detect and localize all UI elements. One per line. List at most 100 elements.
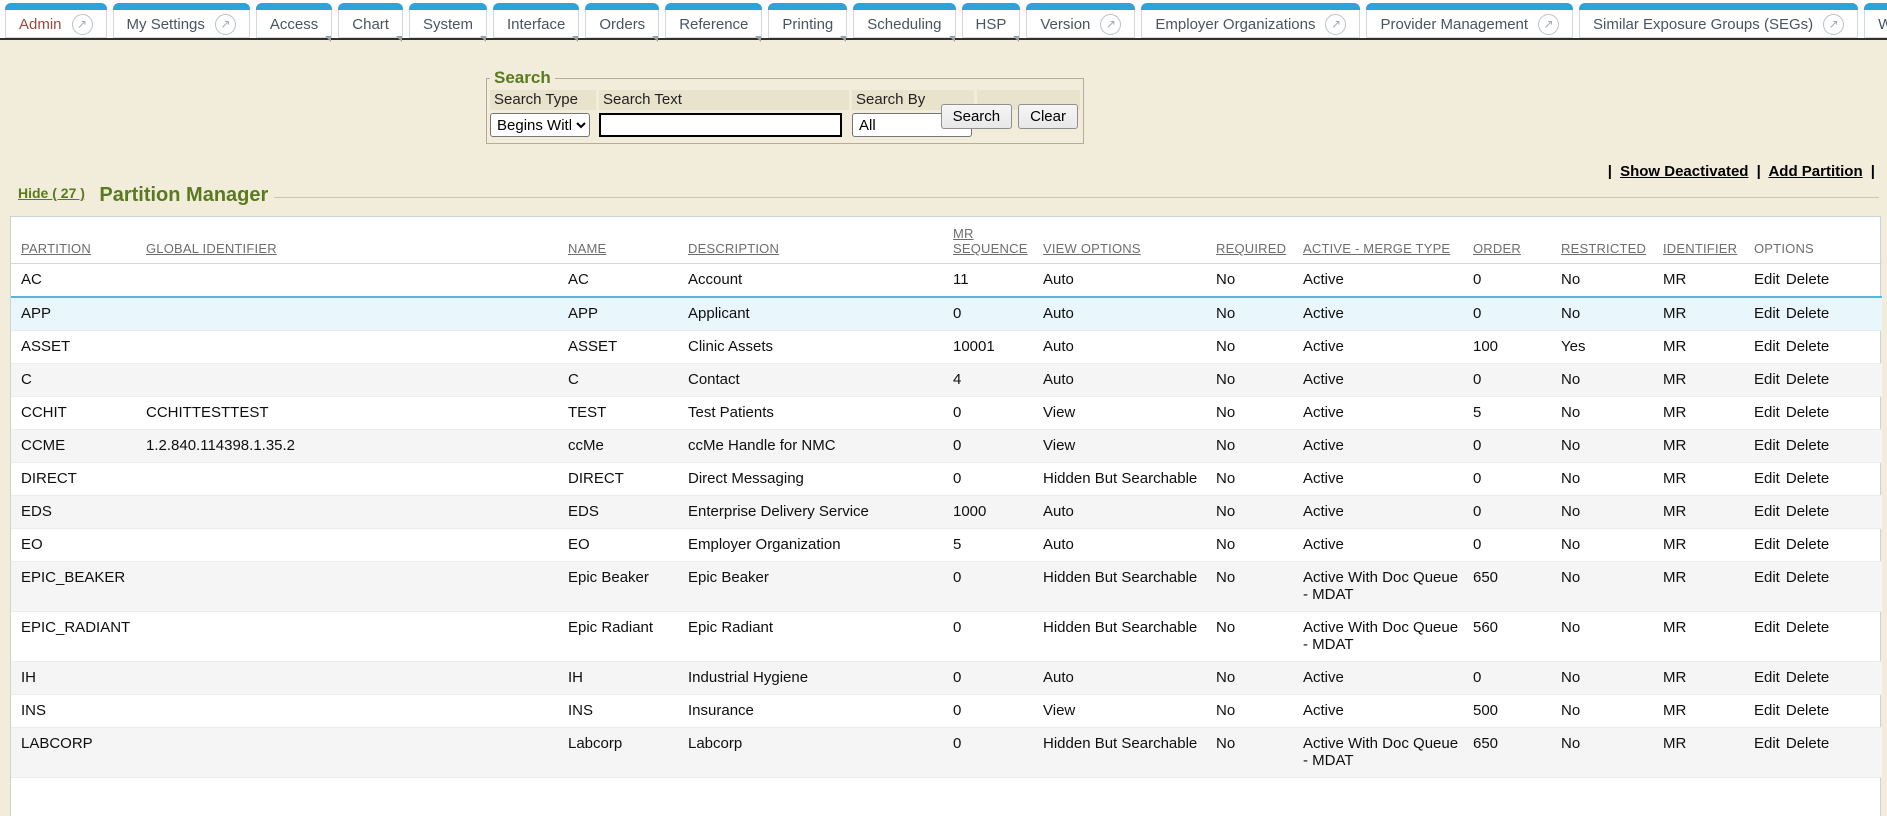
- tab-provider-management[interactable]: Provider Management↗: [1366, 3, 1573, 38]
- column-header-label[interactable]: PARTITION: [21, 241, 91, 256]
- delete-link[interactable]: Delete: [1786, 619, 1829, 636]
- table-row-ins[interactable]: INSINSInsurance0ViewNoActive500NoMREditD…: [11, 695, 1882, 728]
- edit-link[interactable]: Edit: [1754, 338, 1780, 355]
- column-header-identifier[interactable]: IDENTIFIER: [1663, 217, 1754, 264]
- delete-link[interactable]: Delete: [1786, 536, 1829, 553]
- table-row-cchit[interactable]: CCHITCCHITTESTTESTTESTTest Patients0View…: [11, 397, 1882, 430]
- tab-chart[interactable]: Chart: [338, 3, 403, 38]
- column-header-label[interactable]: IDENTIFIER: [1663, 241, 1737, 256]
- edit-link[interactable]: Edit: [1754, 271, 1780, 288]
- column-header-description[interactable]: DESCRIPTION: [688, 217, 953, 264]
- delete-link[interactable]: Delete: [1786, 437, 1829, 454]
- add-partition-link[interactable]: Add Partition: [1768, 163, 1862, 180]
- delete-link[interactable]: Delete: [1786, 569, 1829, 586]
- table-row-ih[interactable]: IHIHIndustrial Hygiene0AutoNoActive0NoMR…: [11, 662, 1882, 695]
- tab-reference[interactable]: Reference: [665, 3, 762, 38]
- tab-similar-exposure-groups-segs[interactable]: Similar Exposure Groups (SEGs)↗: [1579, 3, 1858, 38]
- edit-link[interactable]: Edit: [1754, 437, 1780, 454]
- table-row-eds[interactable]: EDSEDSEnterprise Delivery Service1000Aut…: [11, 496, 1882, 529]
- column-header-view-options[interactable]: VIEW OPTIONS: [1043, 217, 1216, 264]
- column-header-required[interactable]: REQUIRED: [1216, 217, 1303, 264]
- delete-link[interactable]: Delete: [1786, 271, 1829, 288]
- delete-link[interactable]: Delete: [1786, 470, 1829, 487]
- edit-link[interactable]: Edit: [1754, 702, 1780, 719]
- edit-link[interactable]: Edit: [1754, 735, 1780, 752]
- tab-interface[interactable]: Interface: [493, 3, 579, 38]
- show-deactivated-link[interactable]: Show Deactivated: [1620, 163, 1748, 180]
- edit-link[interactable]: Edit: [1754, 305, 1780, 322]
- external-link-icon[interactable]: ↗: [1325, 14, 1346, 35]
- column-header-label[interactable]: NAME: [568, 241, 606, 256]
- external-link-icon[interactable]: ↗: [1538, 14, 1559, 35]
- external-link-icon[interactable]: ↗: [215, 14, 236, 35]
- tab-admin[interactable]: Admin↗: [5, 3, 107, 38]
- column-header-label[interactable]: REQUIRED: [1216, 241, 1286, 256]
- edit-link[interactable]: Edit: [1754, 371, 1780, 388]
- column-header-name[interactable]: NAME: [568, 217, 688, 264]
- hide-toggle-link[interactable]: Hide ( 27 ): [18, 185, 85, 201]
- search-button[interactable]: Search: [941, 104, 1013, 129]
- column-header-order[interactable]: ORDER: [1473, 217, 1561, 264]
- search-input[interactable]: [599, 113, 842, 137]
- table-row-asset[interactable]: ASSETASSETClinic Assets10001AutoNoActive…: [11, 331, 1882, 364]
- table-row-c[interactable]: CCContact4AutoNoActive0NoMREditDelete: [11, 364, 1882, 397]
- edit-link[interactable]: Edit: [1754, 536, 1780, 553]
- delete-link[interactable]: Delete: [1786, 669, 1829, 686]
- edit-link[interactable]: Edit: [1754, 619, 1780, 636]
- cell-identifier: MR: [1663, 430, 1754, 463]
- tab-version[interactable]: Version↗: [1026, 3, 1135, 38]
- cell-required: No: [1216, 297, 1303, 331]
- column-header-label[interactable]: ORDER: [1473, 241, 1521, 256]
- edit-link[interactable]: Edit: [1754, 404, 1780, 421]
- cell-global-identifier: [146, 728, 568, 778]
- table-row-ac[interactable]: ACACAccount11AutoNoActive0NoMREditDelete: [11, 264, 1882, 298]
- tab-system[interactable]: System: [409, 3, 487, 38]
- table-row-direct[interactable]: DIRECTDIRECTDirect Messaging0Hidden But …: [11, 463, 1882, 496]
- tab-hsp[interactable]: HSP: [962, 3, 1021, 38]
- cell-name: ASSET: [568, 331, 688, 364]
- column-header-active-merge-type[interactable]: ACTIVE - MERGE TYPE: [1303, 217, 1473, 264]
- tab-work-locations[interactable]: Work Locations↗: [1864, 3, 1887, 38]
- table-row-app[interactable]: APPAPPApplicant0AutoNoActive0NoMREditDel…: [11, 297, 1882, 331]
- delete-link[interactable]: Delete: [1786, 503, 1829, 520]
- tab-access[interactable]: Access: [256, 3, 332, 38]
- column-header-label[interactable]: GLOBAL IDENTIFIER: [146, 241, 277, 256]
- column-header-label[interactable]: VIEW OPTIONS: [1043, 241, 1141, 256]
- external-link-icon[interactable]: ↗: [72, 14, 93, 35]
- delete-link[interactable]: Delete: [1786, 404, 1829, 421]
- table-row-epic-beaker[interactable]: EPIC_BEAKEREpic BeakerEpic Beaker0Hidden…: [11, 562, 1882, 612]
- column-header-label[interactable]: ACTIVE - MERGE TYPE: [1303, 241, 1450, 256]
- cell-required: No: [1216, 662, 1303, 695]
- table-row-labcorp[interactable]: LABCORPLabcorpLabcorp0Hidden But Searcha…: [11, 728, 1882, 778]
- table-row-eo[interactable]: EOEOEmployer Organization5AutoNoActive0N…: [11, 529, 1882, 562]
- table-row-ccme[interactable]: CCME1.2.840.114398.1.35.2ccMeccMe Handle…: [11, 430, 1882, 463]
- tab-scheduling[interactable]: Scheduling: [853, 3, 955, 38]
- clear-button[interactable]: Clear: [1018, 104, 1078, 129]
- delete-link[interactable]: Delete: [1786, 735, 1829, 752]
- cell-mr-sequence: 10001: [953, 331, 1043, 364]
- edit-link[interactable]: Edit: [1754, 669, 1780, 686]
- column-header-restricted[interactable]: RESTRICTED: [1561, 217, 1663, 264]
- delete-link[interactable]: Delete: [1786, 338, 1829, 355]
- column-header-partition[interactable]: PARTITION: [11, 217, 146, 264]
- delete-link[interactable]: Delete: [1786, 371, 1829, 388]
- column-header-global-identifier[interactable]: GLOBAL IDENTIFIER: [146, 217, 568, 264]
- column-header-label[interactable]: MR SEQUENCE: [953, 226, 1028, 256]
- external-link-icon[interactable]: ↗: [1100, 14, 1121, 35]
- column-header-label[interactable]: DESCRIPTION: [688, 241, 779, 256]
- tab-printing[interactable]: Printing: [768, 3, 847, 38]
- tab-employer-organizations[interactable]: Employer Organizations↗: [1141, 3, 1360, 38]
- edit-link[interactable]: Edit: [1754, 470, 1780, 487]
- search-type-select[interactable]: Begins With: [490, 113, 590, 137]
- column-header-mr-sequence[interactable]: MR SEQUENCE: [953, 217, 1043, 264]
- cell-global-identifier: [146, 364, 568, 397]
- external-link-icon[interactable]: ↗: [1823, 14, 1844, 35]
- tab-my-settings[interactable]: My Settings↗: [113, 3, 250, 38]
- delete-link[interactable]: Delete: [1786, 702, 1829, 719]
- table-row-epic-radiant[interactable]: EPIC_RADIANTEpic RadiantEpic Radiant0Hid…: [11, 612, 1882, 662]
- edit-link[interactable]: Edit: [1754, 569, 1780, 586]
- tab-orders[interactable]: Orders: [585, 3, 659, 38]
- delete-link[interactable]: Delete: [1786, 305, 1829, 322]
- edit-link[interactable]: Edit: [1754, 503, 1780, 520]
- column-header-label[interactable]: RESTRICTED: [1561, 241, 1646, 256]
